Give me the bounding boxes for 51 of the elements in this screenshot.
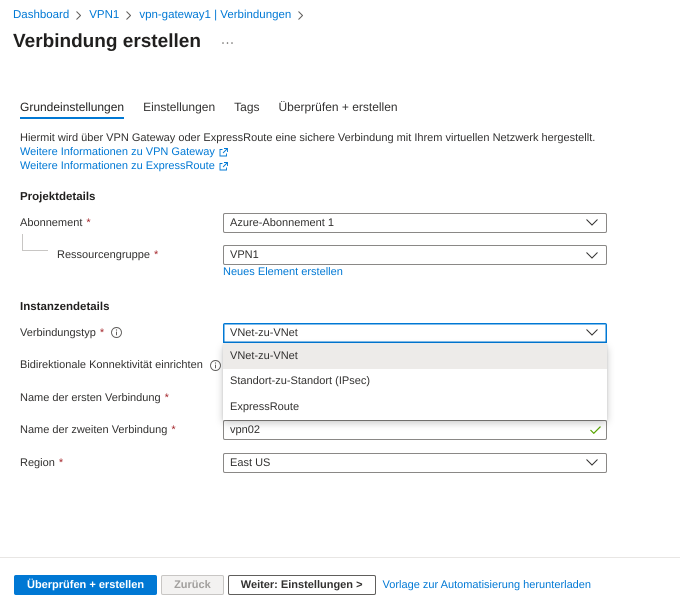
next-button[interactable]: Weiter: Einstellungen > [228,575,376,595]
learn-more-link[interactable]: Weitere Informationen zu ExpressRoute [20,159,228,173]
chevron-down-icon [586,219,598,226]
breadcrumb-link[interactable]: vpn-gateway1 | Verbindungen [139,7,292,23]
required-asterisk: * [100,326,104,340]
field-label: Bidirektionale Konnektivität einrichten [20,358,203,372]
chevron-down-icon [586,252,598,258]
tab[interactable]: Einstellungen [143,99,216,119]
dropdown-select[interactable]: Azure-Abonnement 1 [223,212,607,232]
tree-connector-line [22,234,48,251]
field-label: Verbindungstyp [20,326,96,340]
field-label: Ressourcengruppe [57,248,150,262]
download-template-link[interactable]: Vorlage zur Automatisierung herunterladen [382,579,592,591]
info-icon[interactable] [210,360,221,370]
page-title: Verbindung erstellen [13,30,201,54]
required-asterisk: * [154,248,158,262]
text-input-field[interactable]: vpn02 [223,420,607,440]
field-label: Region [20,456,55,470]
learn-more-link[interactable]: Weitere Informationen zu VPN Gateway [20,145,228,159]
required-asterisk: * [86,216,91,230]
tab[interactable]: Überprüfen + erstellen [278,99,398,119]
field-label: Abonnement [20,216,82,230]
dropdown-option[interactable]: Standort-zu-Standort (IPsec) [223,369,607,394]
dropdown-select[interactable]: VNet-zu-VNet [223,322,607,342]
create-new-link[interactable]: Neues Element erstellen [223,265,343,279]
chevron-right-icon [76,10,82,20]
section-heading: Projektdetails [20,190,96,205]
external-link-icon [218,148,228,156]
tab[interactable]: Tags [234,99,260,119]
breadcrumb-link[interactable]: VPN1 [89,7,120,23]
info-icon[interactable] [111,327,122,338]
section-heading: Instanzendetails [20,300,110,315]
tab[interactable]: Grundeinstellungen [20,99,124,119]
dropdown-select[interactable]: VPN1 [223,245,607,265]
dropdown-option[interactable]: ExpressRoute [223,394,607,420]
dropdown-option[interactable]: VNet-zu-VNet [223,344,607,369]
chevron-right-icon [126,10,132,20]
dropdown-select[interactable]: East US [223,452,607,472]
required-asterisk: * [171,423,176,437]
external-link-icon [218,162,228,170]
required-asterisk: * [164,390,169,404]
field-label: Name der ersten Verbindung [20,390,161,404]
intro-text: Hiermit wird über VPN Gateway oder ExpressRoute eine sichere Verbindung mit Ihrem virtuellen Netzwerk hergestellt. [20,131,596,145]
required-asterisk: * [58,456,64,470]
breadcrumb-link[interactable]: Dashboard [13,7,70,23]
check-icon [590,426,601,434]
field-label: Name der zweiten Verbindung [20,423,168,437]
chevron-down-icon [586,459,598,466]
review-create-button[interactable]: Überprüfen + erstellen [14,575,158,595]
chevron-down-icon [586,329,598,336]
chevron-right-icon [298,10,304,20]
